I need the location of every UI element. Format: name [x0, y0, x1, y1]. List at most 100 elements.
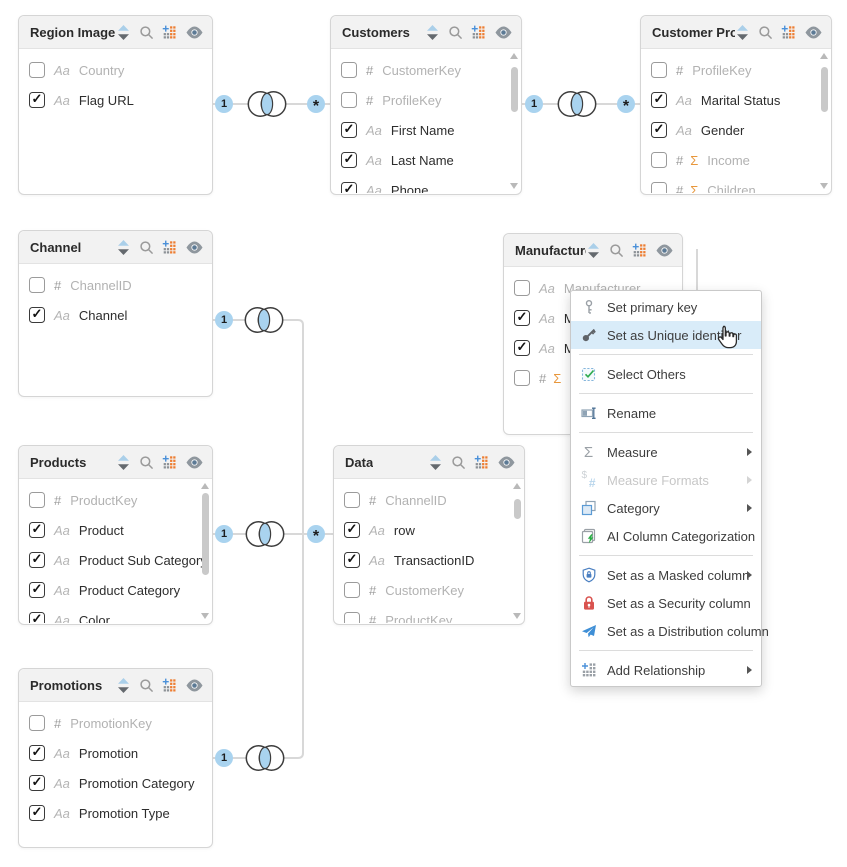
field-checkbox[interactable]: [29, 492, 45, 508]
field-row[interactable]: Aa Last Name: [331, 145, 521, 175]
field-checkbox[interactable]: [29, 715, 45, 731]
field-row[interactable]: Aa Promotion: [19, 738, 212, 768]
field-row[interactable]: # Σ Income: [641, 145, 831, 175]
scroll-down-icon[interactable]: [510, 183, 518, 189]
sort-icon[interactable]: [428, 455, 443, 470]
field-checkbox[interactable]: [29, 552, 45, 568]
field-checkbox[interactable]: [341, 152, 357, 168]
search-icon[interactable]: [139, 240, 154, 255]
menu-item-set-as-distribution-column[interactable]: Set as a Distribution column: [571, 617, 761, 645]
field-row[interactable]: Aa Country: [19, 55, 212, 85]
eye-icon[interactable]: [497, 456, 516, 469]
field-checkbox[interactable]: [651, 62, 667, 78]
sort-icon[interactable]: [586, 243, 601, 258]
field-checkbox[interactable]: [29, 805, 45, 821]
field-checkbox[interactable]: [29, 307, 45, 323]
field-row[interactable]: Aa Product Category: [19, 575, 212, 605]
relationship-venn-icon[interactable]: [241, 306, 287, 334]
scrollbar-thumb[interactable]: [514, 499, 521, 519]
field-row[interactable]: Aa Product: [19, 515, 212, 545]
field-row[interactable]: Aa Color: [19, 605, 212, 623]
field-checkbox[interactable]: [341, 182, 357, 193]
field-checkbox[interactable]: [29, 582, 45, 598]
field-row[interactable]: # ProfileKey: [641, 55, 831, 85]
sort-icon[interactable]: [116, 240, 131, 255]
search-icon[interactable]: [139, 25, 154, 40]
add-relationship-icon[interactable]: [474, 455, 489, 470]
field-checkbox[interactable]: [341, 92, 357, 108]
field-checkbox[interactable]: [651, 92, 667, 108]
menu-item-set-as-masked-column[interactable]: Set as a Masked column: [571, 561, 761, 589]
scrollbar-thumb[interactable]: [511, 67, 518, 112]
field-row[interactable]: # ProfileKey: [331, 85, 521, 115]
eye-icon[interactable]: [804, 26, 823, 39]
search-icon[interactable]: [448, 25, 463, 40]
field-row[interactable]: # ProductKey: [334, 605, 524, 623]
add-relationship-icon[interactable]: [162, 240, 177, 255]
menu-item-rename[interactable]: Rename: [571, 399, 761, 427]
search-icon[interactable]: [139, 678, 154, 693]
field-checkbox[interactable]: [344, 612, 360, 623]
field-checkbox[interactable]: [514, 340, 530, 356]
search-icon[interactable]: [609, 243, 624, 258]
field-row[interactable]: Aa Promotion Category: [19, 768, 212, 798]
scroll-down-icon[interactable]: [513, 613, 521, 619]
field-checkbox[interactable]: [344, 552, 360, 568]
scroll-down-icon[interactable]: [820, 183, 828, 189]
menu-item-category[interactable]: Category: [571, 494, 761, 522]
add-relationship-icon[interactable]: [471, 25, 486, 40]
scrollbar-thumb[interactable]: [821, 67, 828, 112]
menu-item-select-others[interactable]: Select Others: [571, 360, 761, 388]
field-row[interactable]: Aa Phone: [331, 175, 521, 193]
menu-item-set-primary-key[interactable]: Set primary key: [571, 293, 761, 321]
eye-icon[interactable]: [494, 26, 513, 39]
field-row[interactable]: Aa Flag URL: [19, 85, 212, 115]
field-checkbox[interactable]: [651, 182, 667, 193]
scroll-up-icon[interactable]: [510, 53, 518, 59]
field-checkbox[interactable]: [651, 152, 667, 168]
menu-item-add-relationship[interactable]: Add Relationship: [571, 656, 761, 684]
scroll-up-icon[interactable]: [820, 53, 828, 59]
menu-item-ai-column-categorization[interactable]: AI Column Categorization: [571, 522, 761, 550]
scrollbar-thumb[interactable]: [202, 493, 209, 575]
scroll-up-icon[interactable]: [513, 483, 521, 489]
field-checkbox[interactable]: [29, 62, 45, 78]
add-relationship-icon[interactable]: [632, 243, 647, 258]
sort-icon[interactable]: [735, 25, 750, 40]
field-checkbox[interactable]: [341, 62, 357, 78]
field-row[interactable]: Aa Marital Status: [641, 85, 831, 115]
sort-icon[interactable]: [116, 25, 131, 40]
eye-icon[interactable]: [185, 26, 204, 39]
sort-icon[interactable]: [425, 25, 440, 40]
scrollbar[interactable]: [201, 483, 210, 619]
menu-item-measure-formats[interactable]: $# Measure Formats: [571, 466, 761, 494]
field-row[interactable]: Aa Channel: [19, 300, 212, 330]
field-checkbox[interactable]: [29, 612, 45, 623]
field-checkbox[interactable]: [29, 92, 45, 108]
field-row[interactable]: # ChannelID: [334, 485, 524, 515]
add-relationship-icon[interactable]: [162, 678, 177, 693]
field-checkbox[interactable]: [29, 745, 45, 761]
scrollbar[interactable]: [510, 53, 519, 189]
field-row[interactable]: Aa Promotion Type: [19, 798, 212, 828]
search-icon[interactable]: [758, 25, 773, 40]
field-row[interactable]: # CustomerKey: [331, 55, 521, 85]
relationship-venn-icon[interactable]: [554, 90, 600, 118]
relationship-venn-icon[interactable]: [242, 520, 288, 548]
search-icon[interactable]: [451, 455, 466, 470]
sort-icon[interactable]: [116, 678, 131, 693]
scroll-up-icon[interactable]: [201, 483, 209, 489]
field-row[interactable]: # PromotionKey: [19, 708, 212, 738]
field-checkbox[interactable]: [514, 310, 530, 326]
eye-icon[interactable]: [655, 244, 674, 257]
scrollbar[interactable]: [513, 483, 522, 619]
eye-icon[interactable]: [185, 679, 204, 692]
add-relationship-icon[interactable]: [162, 455, 177, 470]
field-checkbox[interactable]: [29, 522, 45, 538]
field-checkbox[interactable]: [514, 370, 530, 386]
field-checkbox[interactable]: [651, 122, 667, 138]
field-row[interactable]: Aa Product Sub Category: [19, 545, 212, 575]
field-row[interactable]: Aa Gender: [641, 115, 831, 145]
menu-item-measure[interactable]: Σ Measure: [571, 438, 761, 466]
search-icon[interactable]: [139, 455, 154, 470]
